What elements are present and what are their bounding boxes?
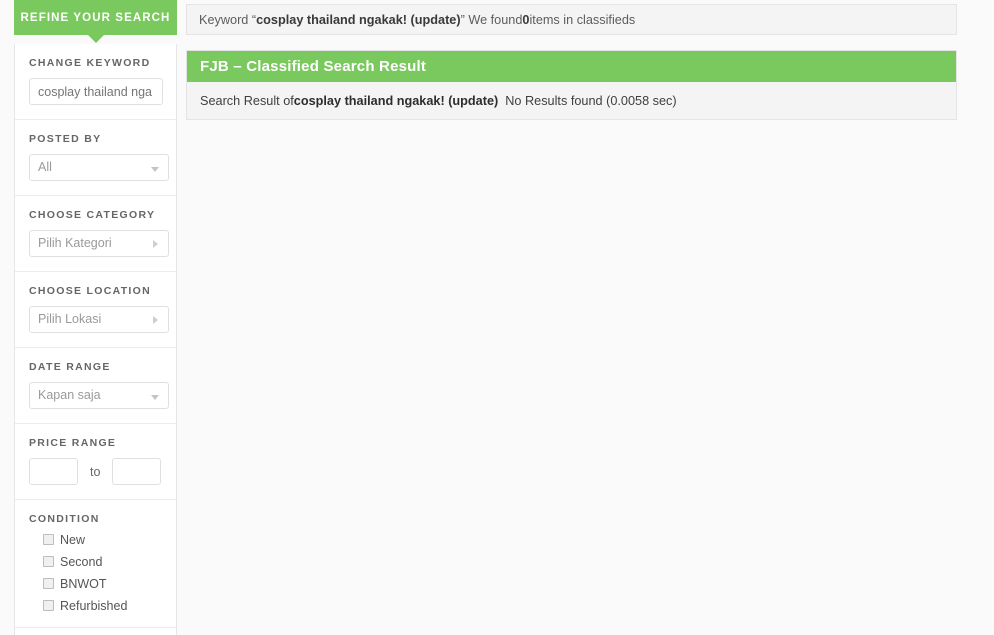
filter-block-choose-category: CHOOSE CATEGORY Pilih Kategori [15, 195, 176, 271]
filter-title-price-range: PRICE RANGE [29, 437, 117, 449]
filter-block-date-range: DATE RANGE Kapan saja [15, 347, 176, 423]
price-max-input[interactable] [112, 458, 162, 485]
search-result-status: No Results found (0.0058 sec) [505, 93, 677, 108]
search-result-title: FJB – Classified Search Result [200, 58, 427, 75]
posted-by-select[interactable]: All [29, 154, 169, 181]
filter-title-choose-location: CHOOSE LOCATION [29, 285, 151, 297]
checkbox-second[interactable] [43, 556, 54, 567]
choose-location-select[interactable]: Pilih Lokasi [29, 306, 169, 333]
checkbox-new[interactable] [43, 534, 54, 545]
main-content: Keyword “cosplay thailand ngakak! (updat… [186, 4, 957, 120]
checkbox-row-bnwot[interactable]: BNWOT [29, 578, 162, 591]
checkbox-label-second: Second [60, 555, 103, 569]
refine-your-search-tab[interactable]: REFINE YOUR SEARCH [14, 0, 177, 43]
filter-block-choose-location: CHOOSE LOCATION Pilih Lokasi [15, 271, 176, 347]
keyword-prefix: Keyword “ [199, 12, 257, 27]
checkbox-label-refurbished: Refurbished [60, 599, 128, 613]
keyword-result-count: 0 [522, 12, 530, 27]
checkbox-row-second[interactable]: Second [29, 556, 162, 569]
price-min-input[interactable] [29, 458, 78, 485]
filter-title-date-range: DATE RANGE [29, 361, 111, 373]
search-result-panel: FJB – Classified Search Result Search Re… [186, 50, 957, 120]
checkbox-bnwot[interactable] [43, 578, 54, 589]
search-result-header: FJB – Classified Search Result [187, 51, 956, 82]
keyword-suffix: items in classifieds [529, 12, 636, 27]
keyword-term: cosplay thailand ngakak! (update) [256, 12, 461, 27]
chevron-down-icon [151, 167, 159, 172]
chevron-right-icon [153, 316, 158, 324]
filter-block-condition: CONDITION New Second BNWOT Refurbished [15, 499, 176, 627]
price-range-row: to [29, 458, 162, 485]
price-range-separator: to [90, 464, 101, 479]
chevron-down-icon [151, 395, 159, 400]
search-result-body: Search Result of cosplay thailand ngakak… [187, 82, 956, 119]
choose-location-value: Pilih Lokasi [38, 312, 102, 326]
filter-block-posted-by: POSTED BY All [15, 119, 176, 195]
filter-title-choose-category: CHOOSE CATEGORY [29, 209, 156, 221]
choose-category-value: Pilih Kategori [38, 236, 112, 250]
checkbox-row-refurbished[interactable]: Refurbished [29, 600, 162, 613]
checkbox-refurbished[interactable] [43, 600, 54, 611]
checkbox-label-bnwot: BNWOT [60, 577, 107, 591]
refine-search-sidebar: REFINE YOUR SEARCH CHANGE KEYWORD POSTED… [14, 0, 177, 635]
checkbox-row-new[interactable]: New [29, 534, 162, 547]
filter-block-buying-format: BUYING FORMAT Jual [15, 627, 176, 635]
filter-title-change-keyword: CHANGE KEYWORD [29, 57, 151, 69]
search-result-prefix: Search Result of [200, 93, 294, 108]
date-range-value: Kapan saja [38, 388, 101, 402]
search-result-keyword: cosplay thailand ngakak! (update) [293, 93, 499, 108]
keyword-middle: ” We found [460, 12, 523, 27]
filter-block-change-keyword: CHANGE KEYWORD [15, 44, 176, 119]
checkbox-label-new: New [60, 533, 86, 547]
choose-category-select[interactable]: Pilih Kategori [29, 230, 169, 257]
filter-title-posted-by: POSTED BY [29, 133, 102, 145]
date-range-select[interactable]: Kapan saja [29, 382, 169, 409]
keyword-summary-bar: Keyword “cosplay thailand ngakak! (updat… [186, 4, 957, 35]
chevron-right-icon [153, 240, 158, 248]
filter-title-condition: CONDITION [29, 513, 100, 525]
filter-block-price-range: PRICE RANGE to [15, 423, 176, 499]
posted-by-value: All [38, 160, 52, 174]
search-results-page: REFINE YOUR SEARCH CHANGE KEYWORD POSTED… [0, 0, 994, 635]
filter-panel: CHANGE KEYWORD POSTED BY All CHOOSE CATE… [14, 44, 177, 635]
refine-tab-label: REFINE YOUR SEARCH [20, 11, 171, 24]
change-keyword-input[interactable] [29, 78, 163, 105]
